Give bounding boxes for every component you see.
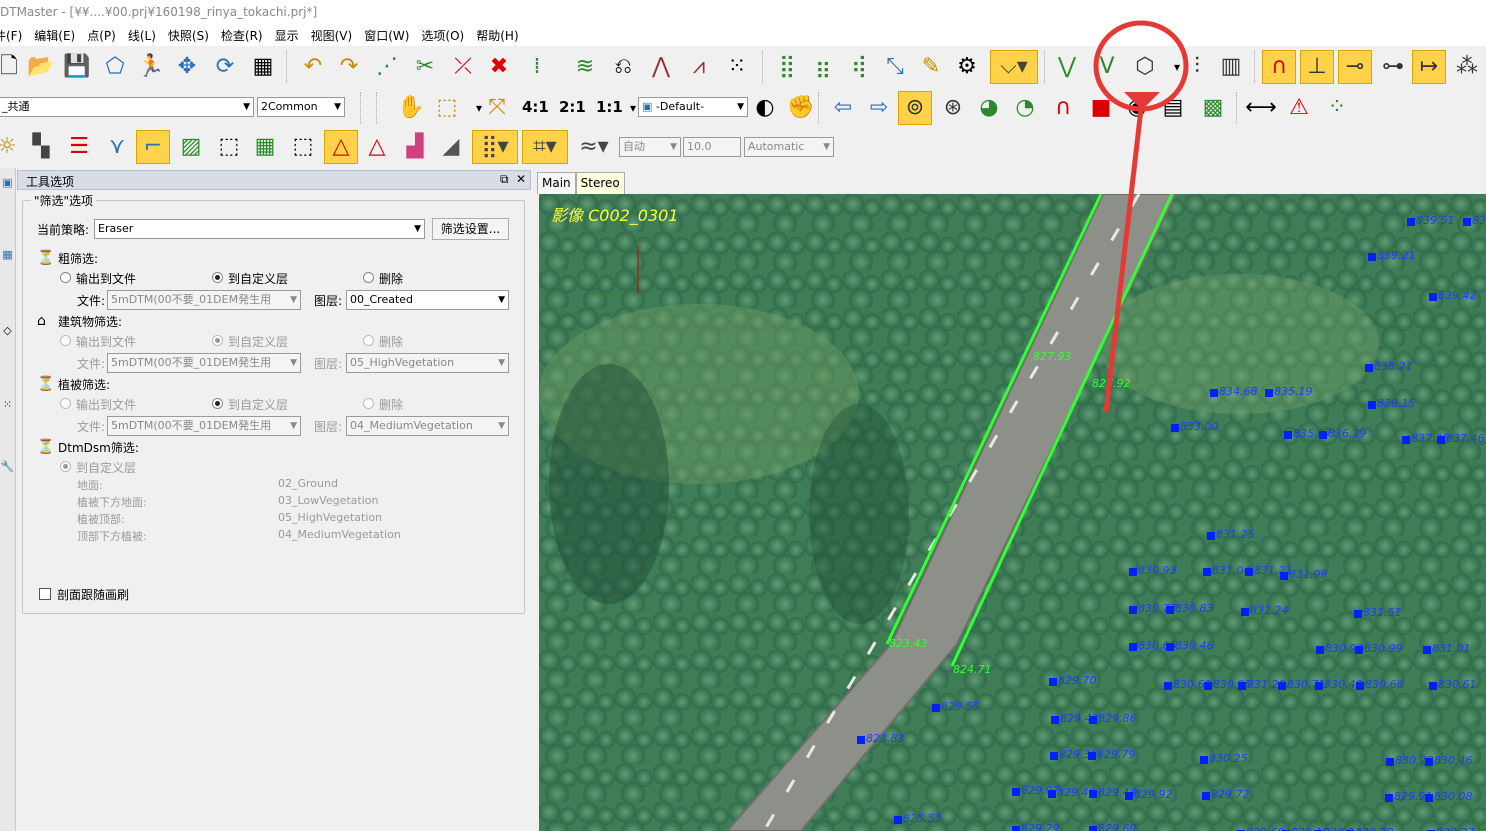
dtmaster-window: DTMaster - [¥¥....¥00.prj¥160198_rinya_t… (0, 0, 1486, 831)
highlight-annotation (1093, 20, 1189, 413)
highlight-arrow (1103, 108, 1144, 413)
